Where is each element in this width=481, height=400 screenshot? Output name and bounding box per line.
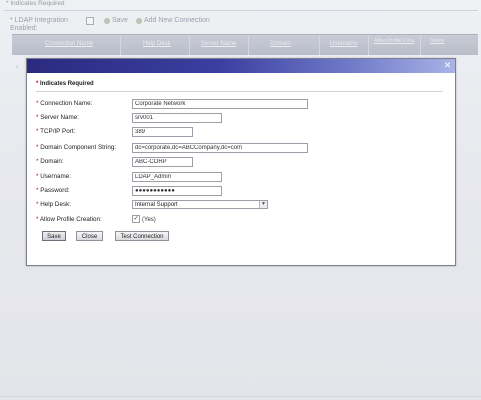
username-input[interactable] xyxy=(135,173,219,181)
page-bottom-border xyxy=(0,396,481,397)
required-note: * Indicates Required xyxy=(36,81,94,87)
bg-ldap-enabled-checkbox xyxy=(86,17,94,25)
domain-component-label: * Domain Component String: xyxy=(36,144,117,151)
password-field[interactable] xyxy=(132,186,222,196)
divider xyxy=(36,91,443,92)
domain-component-input[interactable] xyxy=(135,144,305,152)
add-icon xyxy=(136,17,142,24)
username-label: * Username: xyxy=(36,173,71,180)
test-connection-button[interactable]: Test Connection xyxy=(115,231,169,241)
bg-add-connection-action: Add New Connection xyxy=(136,17,210,24)
allow-profile-checkbox[interactable]: ✓ xyxy=(132,215,140,223)
tcpip-port-field[interactable] xyxy=(132,127,193,137)
close-button[interactable]: Close xyxy=(76,231,103,241)
connection-name-input[interactable] xyxy=(135,100,305,108)
server-name-input[interactable] xyxy=(135,114,219,122)
bg-row-marker: * xyxy=(16,66,19,72)
bg-th-delete: Delete xyxy=(430,38,445,44)
domain-component-field[interactable] xyxy=(132,143,308,153)
connection-name-label: * Connection Name: xyxy=(36,100,93,107)
bg-th-help-desk: Help Desk xyxy=(143,41,171,47)
server-name-field[interactable] xyxy=(132,113,222,123)
bg-save-action: Save xyxy=(104,17,128,24)
close-icon[interactable]: ✕ xyxy=(443,61,452,70)
save-button[interactable]: Save xyxy=(42,231,66,241)
required-star: * xyxy=(36,81,39,87)
password-label: * Password: xyxy=(36,187,70,194)
bg-table-header: Connection Name Help Desk Server Name Do… xyxy=(12,34,478,55)
bg-divider xyxy=(4,10,478,11)
bg-th-domain: Domain xyxy=(270,41,291,47)
help-desk-select[interactable]: Internal Support ▼ xyxy=(132,200,268,209)
domain-label: * Domain: xyxy=(36,158,64,165)
help-desk-label: * Help Desk: xyxy=(36,201,71,208)
allow-profile-value: (Yes) xyxy=(142,217,156,223)
allow-profile-label: * Allow Profile Creation: xyxy=(36,216,102,223)
password-input[interactable] xyxy=(135,187,219,195)
domain-field[interactable] xyxy=(132,157,193,167)
connection-name-field[interactable] xyxy=(132,99,308,109)
bg-required-note: * Indicates Required xyxy=(6,0,65,7)
ldap-connection-dialog: ✕ * Indicates Required * Connection Name… xyxy=(26,58,456,266)
server-name-label: * Server Name: xyxy=(36,114,80,121)
save-icon xyxy=(104,17,110,24)
username-field[interactable] xyxy=(132,172,222,182)
tcpip-port-input[interactable] xyxy=(135,128,190,136)
bg-ldap-label: * LDAP Integration Enabled: xyxy=(10,17,68,32)
chevron-down-icon[interactable]: ▼ xyxy=(259,201,267,208)
bg-th-connection-name: Connection Name xyxy=(45,41,94,47)
domain-input[interactable] xyxy=(135,158,190,166)
bg-th-allow-profile: Allow Profile Crea xyxy=(374,38,414,44)
tcpip-port-label: * TCP/IP Port: xyxy=(36,128,76,135)
bg-th-username: Username xyxy=(330,41,358,47)
bg-th-server-name: Server Name xyxy=(201,41,237,47)
dialog-title-bar: ✕ xyxy=(27,59,455,73)
